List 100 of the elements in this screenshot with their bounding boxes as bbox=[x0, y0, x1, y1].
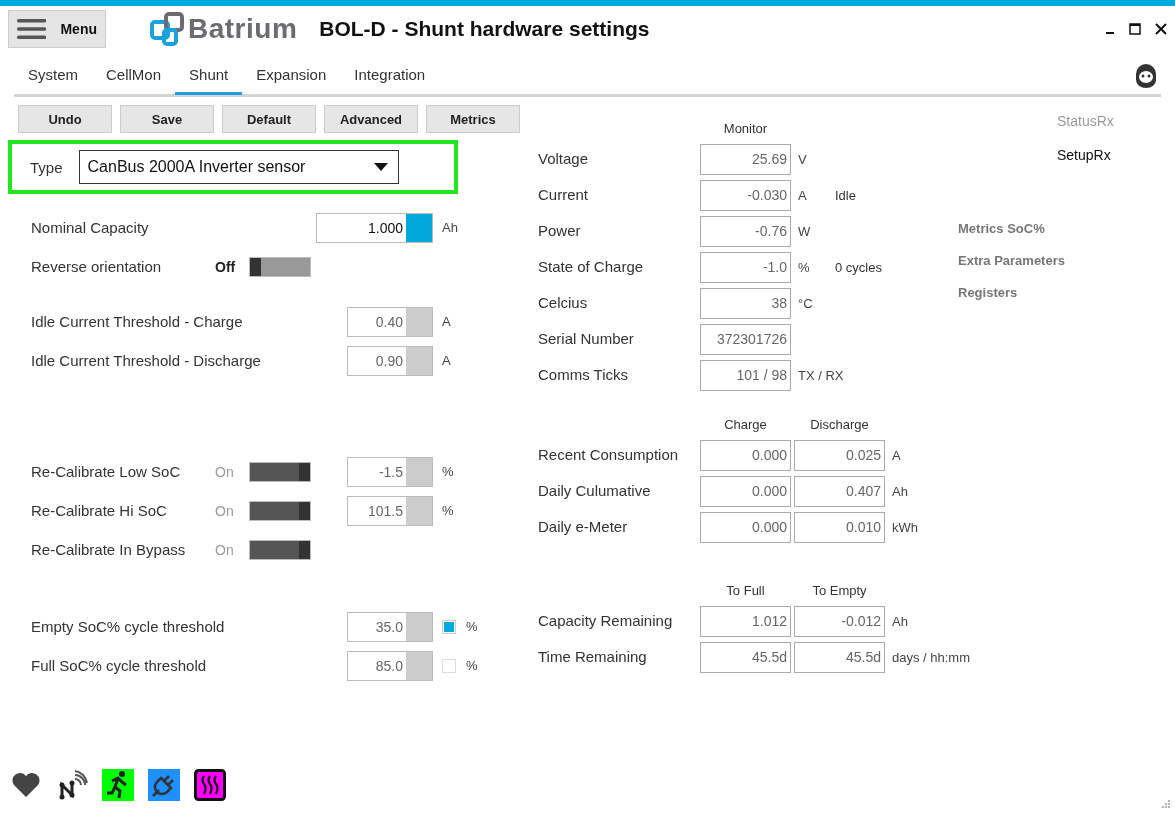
toolbar-button[interactable]: Save bbox=[120, 105, 214, 133]
toggle-state-label: On bbox=[215, 541, 235, 558]
section-link[interactable]: Metrics SoC% bbox=[958, 221, 1045, 236]
setting-label: Empty SoC% cycle threshold bbox=[31, 618, 226, 635]
setting-label: Idle Current Threshold - Discharge bbox=[31, 352, 262, 369]
column-heading: To Full bbox=[725, 583, 766, 600]
maximize-icon[interactable] bbox=[1129, 23, 1141, 35]
readout-field: 38 bbox=[700, 287, 791, 319]
number-field[interactable]: 85.0 bbox=[347, 650, 433, 681]
unit-label: Ah bbox=[891, 613, 909, 629]
unit-label: TX / RX bbox=[798, 367, 844, 383]
close-icon[interactable] bbox=[1155, 23, 1167, 35]
rx-link[interactable]: SetupRx bbox=[1057, 147, 1111, 163]
toggle-switch[interactable] bbox=[249, 256, 311, 277]
metric-label: Recent Consumption bbox=[538, 445, 680, 465]
window-title: BOL-D - Shunt hardware settings bbox=[319, 17, 650, 41]
readout-field: -0.012 bbox=[794, 605, 885, 637]
toolbar-button[interactable]: Default bbox=[222, 105, 316, 133]
metric-label: Power bbox=[538, 221, 582, 241]
readout-field: 0.010 bbox=[794, 511, 885, 543]
setting-label: Re-Calibrate Low SoC bbox=[31, 463, 182, 480]
tab[interactable]: Expansion bbox=[242, 60, 341, 95]
metric-label: Celcius bbox=[538, 293, 589, 313]
readout-field: 0.000 bbox=[700, 475, 791, 507]
toggle-switch[interactable] bbox=[249, 539, 311, 560]
unit-label: % bbox=[442, 464, 454, 479]
readout-field: 0.407 bbox=[794, 475, 885, 507]
column-heading: Charge bbox=[723, 417, 768, 434]
column-heading: Discharge bbox=[809, 417, 870, 434]
number-field[interactable]: -1.5 bbox=[347, 456, 433, 487]
tab[interactable]: System bbox=[14, 60, 92, 95]
setting-label: Re-Calibrate In Bypass bbox=[31, 541, 187, 558]
logo-icon bbox=[150, 10, 186, 48]
status-note: Idle bbox=[835, 188, 856, 203]
readout-field: 0.000 bbox=[700, 511, 791, 543]
metric-label: Serial Number bbox=[538, 329, 635, 349]
unit-label: A bbox=[442, 353, 451, 368]
setting-label: Re-Calibrate Hi SoC bbox=[31, 502, 168, 519]
readout-field: 25.69 bbox=[700, 143, 791, 175]
unit-label: Ah bbox=[891, 483, 909, 499]
readout-field: 1.012 bbox=[700, 605, 791, 637]
column-heading: To Empty bbox=[811, 583, 868, 600]
readout-field: 0.025 bbox=[794, 439, 885, 471]
readout-field: 45.5d bbox=[794, 641, 885, 673]
menu-button[interactable]: Menu bbox=[8, 10, 106, 48]
unit-label: days / hh:mm bbox=[891, 649, 972, 665]
resize-grip-icon[interactable] bbox=[1161, 799, 1171, 809]
metric-label: Daily e-Meter bbox=[538, 517, 629, 537]
readout-field: 372301726 bbox=[700, 323, 791, 355]
setting-label: Nominal Capacity bbox=[31, 219, 150, 236]
toolbar-button[interactable]: Undo bbox=[18, 105, 112, 133]
number-field[interactable]: 0.90 bbox=[347, 345, 433, 376]
unit-label: W bbox=[798, 223, 811, 239]
column-heading: Monitor bbox=[722, 121, 769, 138]
setting-label: Idle Current Threshold - Charge bbox=[31, 313, 244, 330]
toggle-switch[interactable] bbox=[249, 461, 311, 482]
toggle-switch[interactable] bbox=[249, 500, 311, 521]
section-link[interactable]: Registers bbox=[958, 285, 1018, 300]
number-field[interactable]: 1.000 bbox=[316, 212, 433, 243]
number-field[interactable]: 35.0 bbox=[347, 611, 433, 642]
metric-label: Time Remaining bbox=[538, 647, 648, 667]
tab[interactable]: CellMon bbox=[92, 60, 176, 95]
checkbox[interactable] bbox=[442, 658, 456, 673]
metric-label: Capacity Remaining bbox=[538, 611, 674, 631]
setting-label: Full SoC% cycle threshold bbox=[31, 657, 208, 674]
number-field[interactable]: 0.40 bbox=[347, 306, 433, 337]
metric-label: State of Charge bbox=[538, 257, 645, 277]
readout-field: -0.030 bbox=[700, 179, 791, 211]
metric-label: Voltage bbox=[538, 149, 590, 169]
toggle-state-label: On bbox=[215, 463, 235, 480]
unit-label: A bbox=[442, 314, 451, 329]
unit-label: A bbox=[891, 447, 902, 463]
metric-label: Comms Ticks bbox=[538, 365, 629, 385]
number-field[interactable]: 101.5 bbox=[347, 495, 433, 526]
unit-label: A bbox=[798, 187, 807, 203]
status-note: 0 cycles bbox=[835, 260, 882, 275]
checkbox[interactable] bbox=[442, 619, 456, 634]
menu-icon bbox=[17, 17, 47, 41]
toggle-state-label: Off bbox=[215, 258, 237, 275]
section-link[interactable]: Extra Parameters bbox=[958, 253, 1065, 268]
unit-label: % bbox=[442, 503, 454, 518]
metric-label: Current bbox=[538, 185, 590, 205]
readout-field: 101 / 98 bbox=[700, 359, 791, 391]
setting-label: Reverse orientation bbox=[31, 258, 163, 275]
metric-label: Daily Culumative bbox=[538, 481, 652, 501]
unit-label: Ah bbox=[442, 220, 458, 235]
readout-field: 0.000 bbox=[700, 439, 791, 471]
toolbar-button[interactable]: Metrics bbox=[426, 105, 520, 133]
readout-field: 45.5d bbox=[700, 641, 791, 673]
unit-label: kWh bbox=[891, 519, 919, 535]
type-dropdown[interactable]: CanBus 2000A Inverter sensor bbox=[78, 150, 399, 184]
toolbar-button[interactable]: Advanced bbox=[324, 105, 418, 133]
caret-icon bbox=[373, 163, 388, 171]
readout-field: -1.0 bbox=[700, 251, 791, 283]
tab[interactable]: Shunt bbox=[175, 60, 243, 95]
tab[interactable]: Integration bbox=[340, 60, 440, 95]
unit-label: V bbox=[798, 151, 807, 167]
unit-label: % bbox=[466, 658, 478, 673]
toggle-state-label: On bbox=[215, 502, 235, 519]
logo-text: Batrium bbox=[188, 13, 298, 45]
